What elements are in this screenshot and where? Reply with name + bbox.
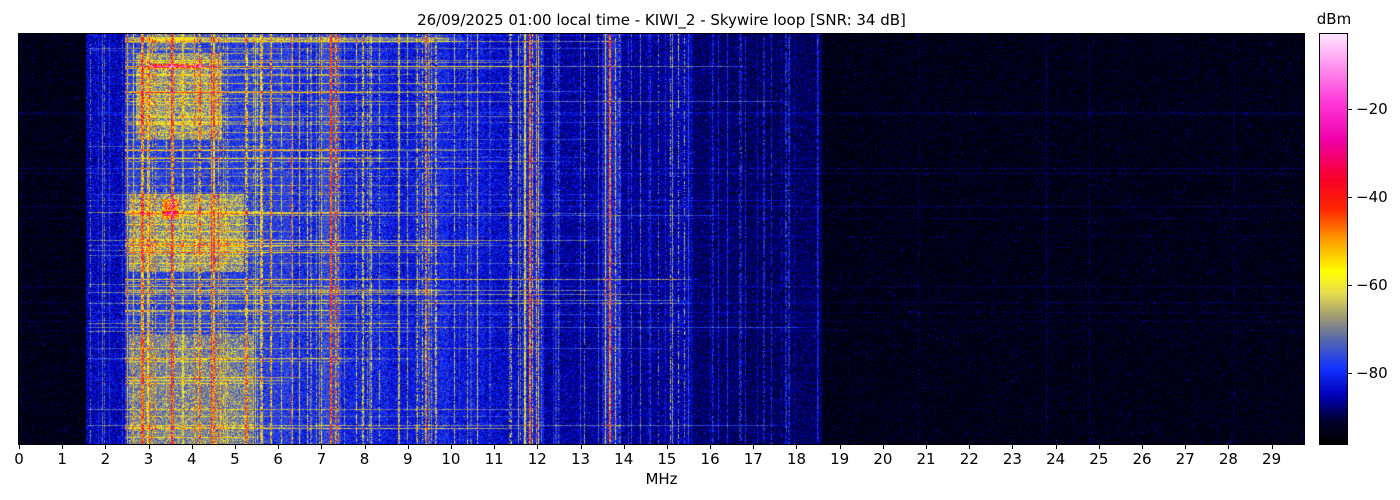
x-tick-mark <box>1142 445 1144 449</box>
x-tick-label: 20 <box>873 450 893 468</box>
x-tick-mark <box>278 445 280 449</box>
x-tick-label: 29 <box>1262 450 1282 468</box>
colorbar-tick-label: −80 <box>1356 364 1388 383</box>
x-tick-label: 23 <box>1002 450 1022 468</box>
x-tick-mark <box>1012 445 1014 449</box>
x-tick-mark <box>407 445 409 449</box>
x-tick-mark <box>1228 445 1230 449</box>
x-tick-label: 17 <box>743 450 763 468</box>
x-tick-mark <box>450 445 452 449</box>
x-tick-mark <box>537 445 539 449</box>
x-tick-mark <box>666 445 668 449</box>
x-tick-label: 7 <box>316 450 327 468</box>
x-tick-mark <box>753 445 755 449</box>
x-tick-label: 15 <box>657 450 677 468</box>
x-tick-label: 19 <box>830 450 850 468</box>
colorbar-label: dBm <box>1316 10 1352 28</box>
x-tick-mark <box>926 445 928 449</box>
colorbar-tick-label: −20 <box>1356 99 1388 118</box>
spectrogram-plot-area <box>18 33 1305 445</box>
x-tick-label: 26 <box>1132 450 1152 468</box>
x-tick-mark <box>19 445 20 449</box>
x-tick-label: 0 <box>14 450 24 468</box>
colorbar-tick-mark <box>1348 373 1352 375</box>
x-tick-mark <box>1271 445 1273 449</box>
x-tick-label: 24 <box>1046 450 1066 468</box>
colorbar-tick-mark <box>1348 108 1352 110</box>
x-tick-label: 2 <box>100 450 111 468</box>
x-tick-label: 4 <box>186 450 197 468</box>
x-tick-mark <box>191 445 193 449</box>
x-tick-mark <box>148 445 150 449</box>
x-tick-label: 12 <box>527 450 547 468</box>
x-tick-mark <box>234 445 236 449</box>
x-tick-label: 28 <box>1218 450 1238 468</box>
x-axis-label: MHz <box>645 470 678 488</box>
x-tick-label: 21 <box>916 450 936 468</box>
x-tick-label: 18 <box>786 450 807 468</box>
x-tick-label: 10 <box>441 450 461 468</box>
x-tick-label: 8 <box>359 450 370 468</box>
x-tick-label: 16 <box>700 450 720 468</box>
x-tick-mark <box>62 445 64 449</box>
x-tick-mark <box>364 445 366 449</box>
colorbar-tick-mark <box>1348 197 1352 199</box>
x-tick-mark <box>839 445 841 449</box>
colorbar-tick-mark <box>1348 285 1352 287</box>
x-tick-label: 5 <box>230 450 240 468</box>
colorbar <box>1319 33 1348 445</box>
x-tick-label: 11 <box>484 450 504 468</box>
spectrogram-heatmap <box>19 34 1304 444</box>
x-tick-label: 27 <box>1175 450 1195 468</box>
colorbar-gradient <box>1320 34 1347 444</box>
x-tick-mark <box>796 445 798 449</box>
x-tick-label: 14 <box>614 450 634 468</box>
x-tick-mark <box>623 445 625 449</box>
x-tick-label: 13 <box>570 450 591 468</box>
x-tick-label: 3 <box>143 450 154 468</box>
figure: 26/09/2025 01:00 local time - KIWI_2 - S… <box>0 0 1400 500</box>
page-title: 26/09/2025 01:00 local time - KIWI_2 - S… <box>417 11 906 29</box>
x-tick-label: 22 <box>959 450 979 468</box>
x-tick-mark <box>580 445 582 449</box>
colorbar-tick-label: −40 <box>1356 188 1388 207</box>
x-tick-mark <box>494 445 496 449</box>
x-tick-label: 9 <box>402 450 413 468</box>
x-tick-label: 6 <box>273 450 283 468</box>
x-tick-mark <box>1055 445 1057 449</box>
x-tick-mark <box>710 445 712 449</box>
x-tick-mark <box>321 445 323 449</box>
x-tick-label: 1 <box>57 450 67 468</box>
x-tick-label: 25 <box>1089 450 1109 468</box>
x-tick-mark <box>969 445 971 449</box>
colorbar-tick-label: −60 <box>1356 276 1388 295</box>
x-tick-mark <box>1185 445 1187 449</box>
x-tick-mark <box>882 445 884 449</box>
x-tick-mark <box>1098 445 1100 449</box>
x-tick-mark <box>105 445 107 449</box>
